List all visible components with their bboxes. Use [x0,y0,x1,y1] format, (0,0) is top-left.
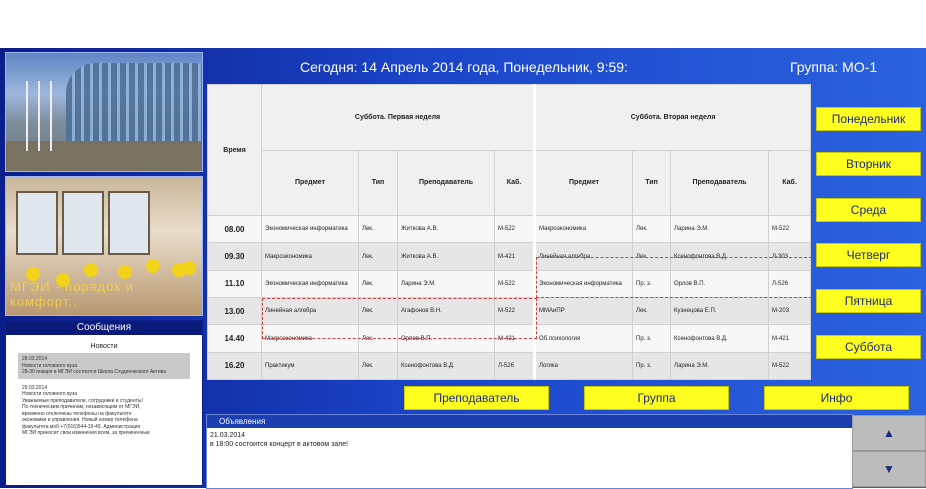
table-row: 08.00 Экономическая информатика Лек. Житков… [207,215,812,244]
col-teacher: Преподаватель [397,149,495,217]
group-button[interactable]: Группа [584,386,729,410]
table-row: 09.30 Макроэкономика Лек. Житкова А.В. М-421… [207,242,812,271]
room-cell: М-522 [493,297,536,326]
room-cell: Л-526 [768,269,812,299]
table-row: 16.20 Практикум Лек. Ксенофонтова В.Д. Л-526… [207,351,812,381]
type-cell: Пр. з. [632,269,672,299]
time-cell: 08.00 [207,215,262,244]
col-room: Каб. [768,149,812,217]
time-cell: 13.00 [207,297,262,326]
table-row: 11.10 Экономическая информатика Лек. Ларина… [207,269,812,299]
messages-panel[interactable]: Сообщения Новости 28.03.2014 Новости гол… [5,320,203,486]
subject-cell: Логика [533,351,634,381]
teacher-cell: Агафонов В.Н. [397,297,495,326]
subject-cell: Экономическая информатика [261,215,359,244]
campus-building-photo [5,52,203,172]
table-row: 14.40 Макроэкономика Лек. Орлов В.П. М-421 Об… [207,324,812,353]
announcements-title: Объявления [207,415,852,428]
type-cell: Лек. [358,269,398,299]
type-cell: Лек. [358,351,398,381]
type-cell: Пр. з. [632,351,672,381]
scroll-up-button[interactable]: ▲ [852,415,926,451]
time-cell: 14.40 [207,324,262,353]
type-cell: Пр. з. [632,324,672,353]
scroll-down-button[interactable]: ▼ [852,451,926,487]
schedule-table: Время Суббота. Первая неделя Суббота. Вт… [207,83,812,381]
type-cell: Лек. [632,297,672,326]
subject-cell: Макроэкономика [533,215,634,244]
time-cell: 09.30 [207,242,262,271]
type-cell: Лек. [632,215,672,244]
subject-cell: Макроэкономика [261,242,359,271]
room-cell: Л-303 [768,242,812,271]
type-cell: Лек. [358,297,398,326]
col-type: Тип [632,149,672,217]
day-button-monday[interactable]: Понедельник [816,107,921,131]
type-cell: Лек. [358,242,398,271]
news-item: 29.03.2014 Новости головного вуза Уважае… [22,384,150,437]
teacher-cell: Кузнецова Е.П. [670,297,770,326]
room-cell: М-421 [493,242,536,271]
photo-caption: МГЭИ - порядок и комфорт.. [10,279,134,309]
teacher-cell: Житкова А.В. [397,242,495,271]
news-title: Новости [90,343,118,350]
room-cell: М-522 [768,351,812,381]
type-cell: Лек. [358,324,398,353]
date-time-title: Сегодня: 14 Апрель 2014 года, Понедельни… [300,59,628,75]
teacher-cell: Ларина Э.М. [670,215,770,244]
teacher-cell: Ларина Э.М. [670,351,770,381]
interior-photo: МГЭИ - порядок и комфорт.. [5,176,203,316]
teacher-button[interactable]: Преподаватель [404,386,549,410]
time-cell: 16.20 [207,351,262,381]
col-type: Тип [358,149,398,217]
col-subject: Предмет [533,149,634,217]
arrow-up-icon: ▲ [883,426,895,440]
week1-header: Суббота. Первая неделя [260,84,536,151]
subject-cell: ММАиПР [533,297,634,326]
teacher-cell: Орлов В.П. [670,269,770,299]
news-item: 28.03.2014 Новости головного вуза 28-30 … [18,353,190,379]
arrow-down-icon: ▼ [883,462,895,476]
col-teacher: Преподаватель [670,149,770,217]
teacher-cell: Ксенофонтова В.Д. [397,351,495,381]
day-button-tuesday[interactable]: Вторник [816,152,921,176]
subject-cell: Экономическая информатика [533,269,634,299]
messages-title: Сообщения [6,321,202,335]
week2-header: Суббота. Вторая неделя [533,84,812,151]
time-cell: 11.10 [207,269,262,299]
room-cell: М-421 [768,324,812,353]
teacher-cell: Ларина Э.М. [397,269,495,299]
col-room: Каб. [493,149,536,217]
teacher-cell: Житкова А.В. [397,215,495,244]
subject-cell: Об.психология [533,324,634,353]
room-cell: М-522 [493,215,536,244]
type-cell: Лек. [358,215,398,244]
col-subject: Предмет [261,149,359,217]
time-header: Время [207,83,262,217]
announcement-date: 21.03.2014 [210,432,246,439]
room-cell: М-522 [768,215,812,244]
teacher-cell: Ксенофонтова В.Д. [670,324,770,353]
subject-cell: Практикум [261,351,359,381]
type-cell: Лек. [632,242,672,271]
table-row: 13.00 Линейная алгебра Лек. Агафонов В.Н. М-… [207,297,812,326]
day-button-thursday[interactable]: Четверг [816,243,921,267]
room-cell: Л-526 [493,351,536,381]
day-button-wednesday[interactable]: Среда [816,198,921,222]
room-cell: М-522 [493,269,536,299]
teacher-cell: Ксенофонтова В.Д. [670,242,770,271]
info-button[interactable]: Инфо [764,386,909,410]
subject-cell: Линейная алгебра [261,297,359,326]
teacher-cell: Орлов В.П. [397,324,495,353]
day-button-saturday[interactable]: Суббота [816,335,921,359]
room-cell: М-421 [493,324,536,353]
subject-cell: Макроэкономика [261,324,359,353]
room-cell: М-203 [768,297,812,326]
group-label: Группа: МО-1 [790,59,878,75]
announcements-panel[interactable]: Объявления 21.03.2014 в 18:00 состоится … [206,414,853,489]
day-button-friday[interactable]: Пятница [816,289,921,313]
announcement-text: в 18:00 состоится концерт в актовом зале… [210,441,349,448]
subject-cell: Линейная алгебра [533,242,634,271]
subject-cell: Экономическая информатика [261,269,359,299]
